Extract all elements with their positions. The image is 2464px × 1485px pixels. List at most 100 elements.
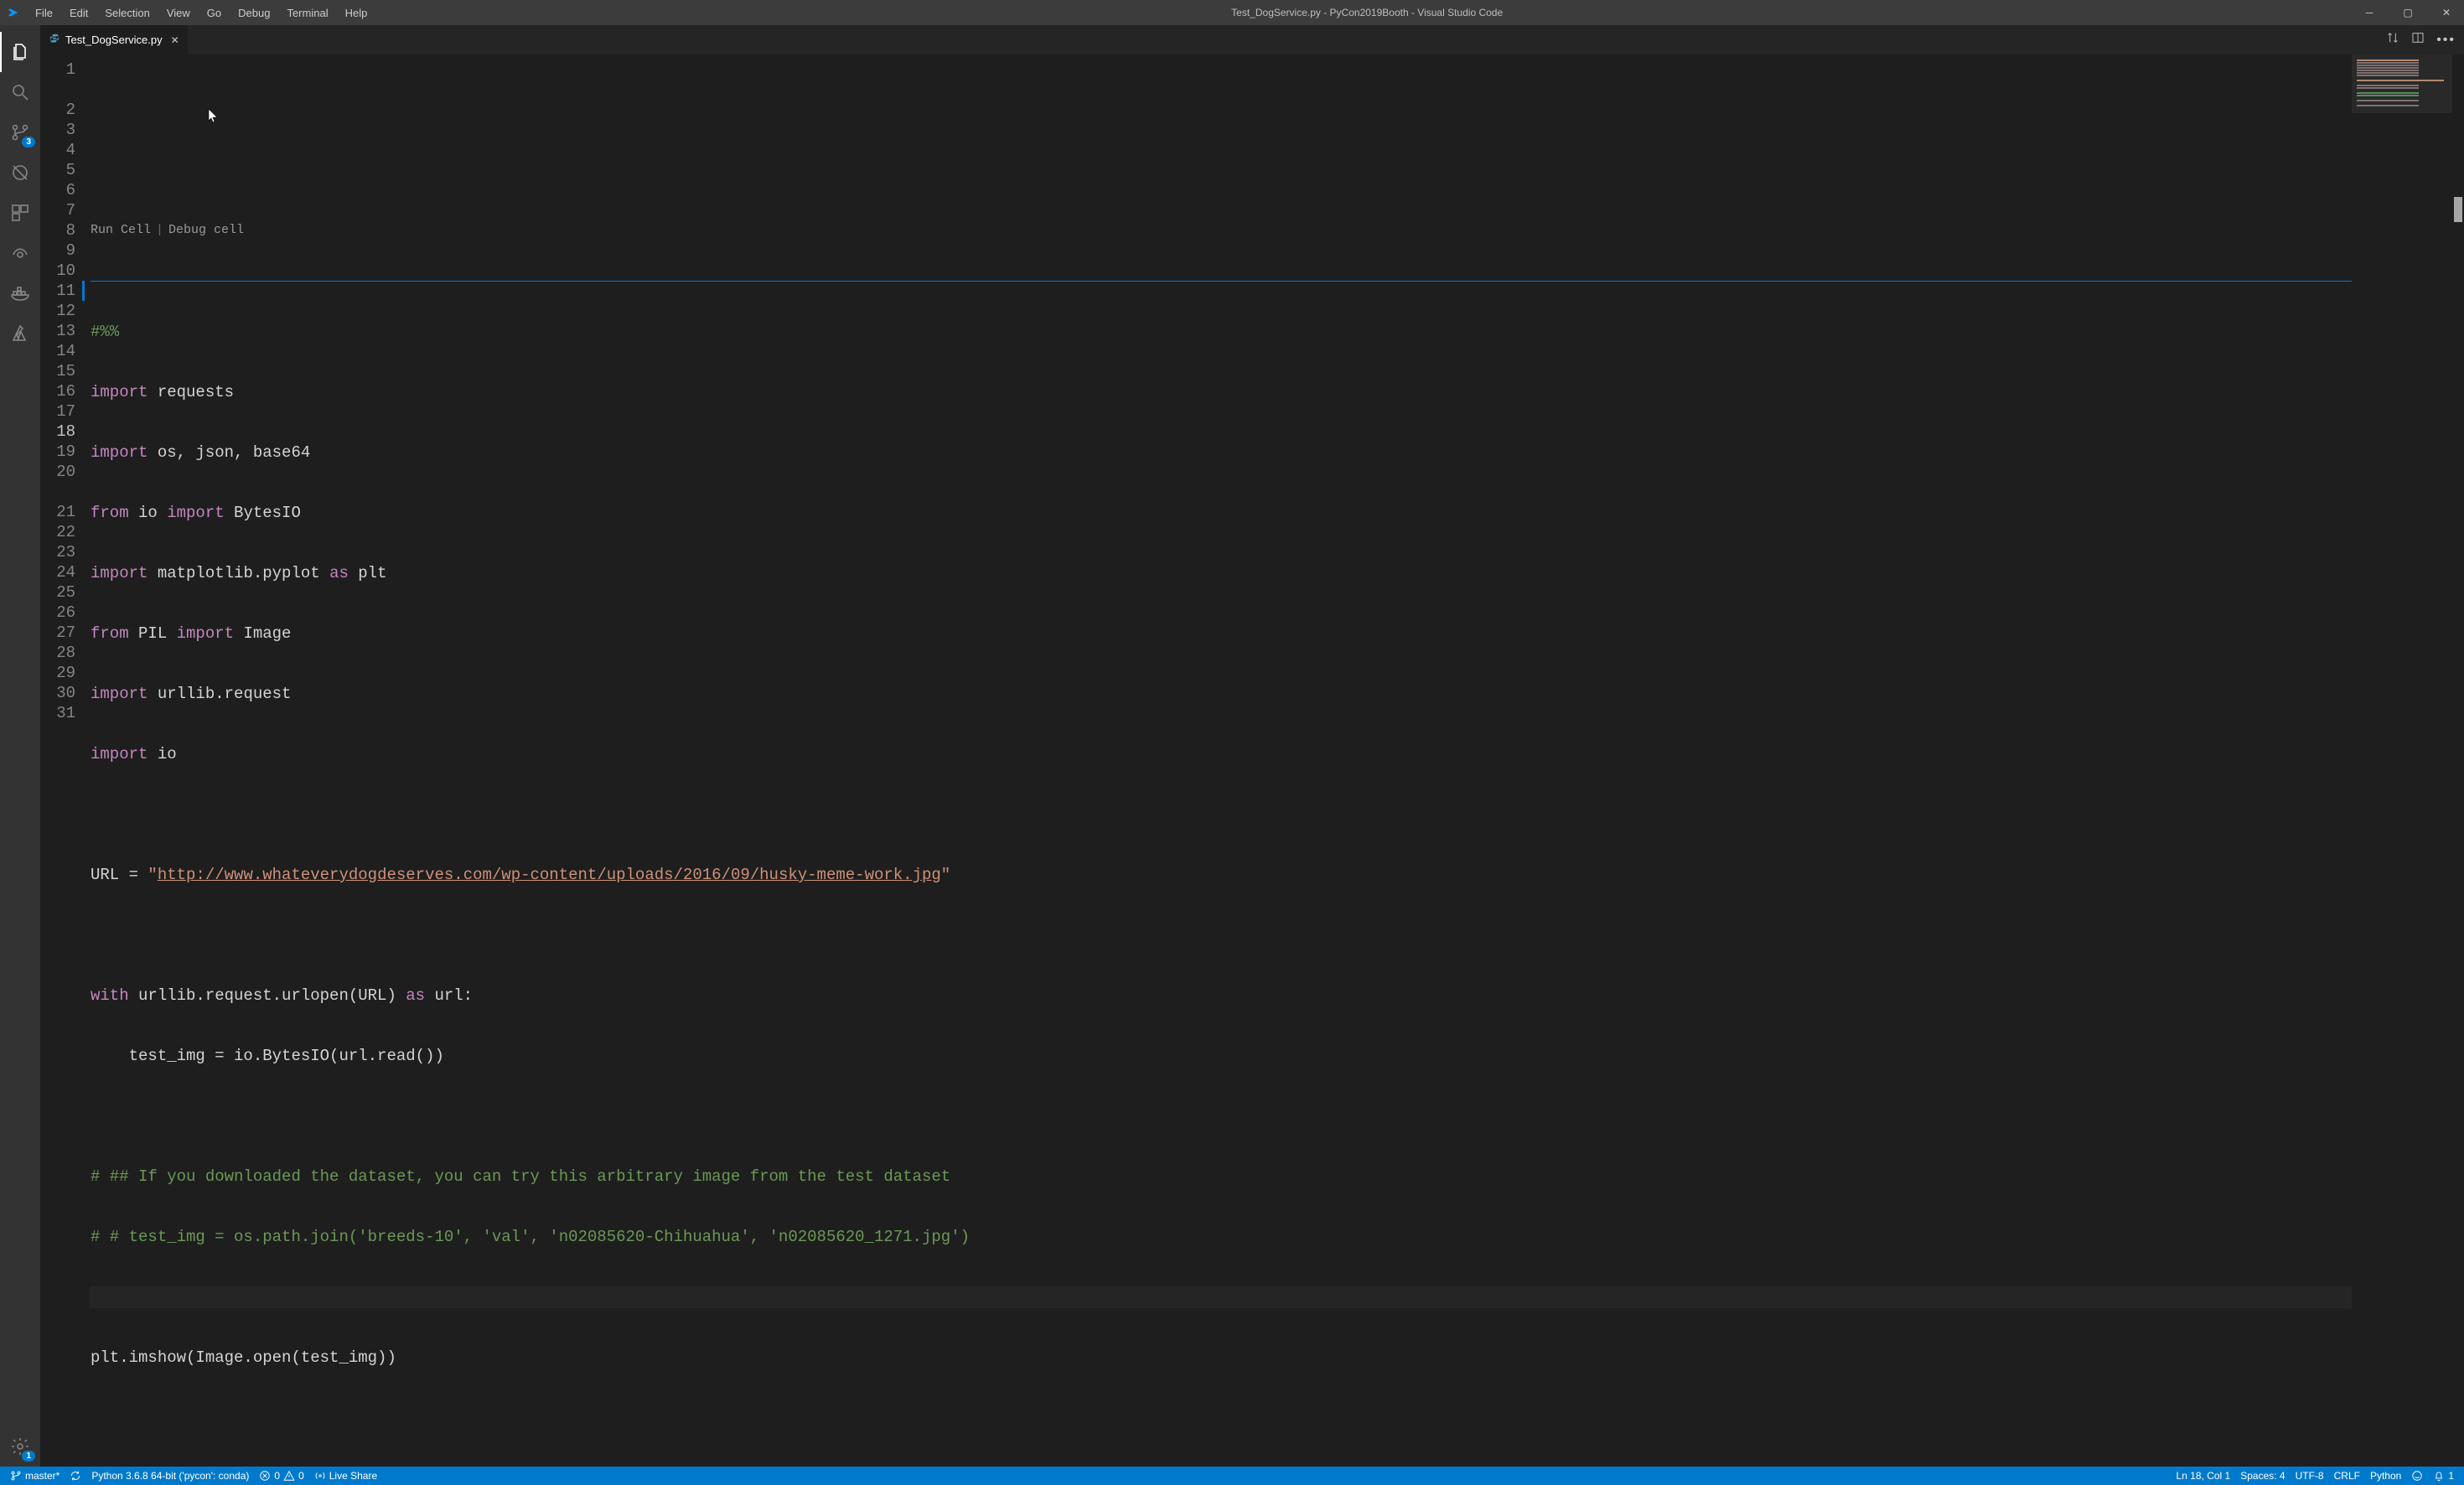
status-liveshare[interactable]: Live Share xyxy=(309,1470,382,1482)
code-text: from xyxy=(91,503,129,523)
line-number: 6 xyxy=(40,180,75,200)
status-indent[interactable]: Spaces: 4 xyxy=(2235,1470,2290,1482)
line-number: 13 xyxy=(40,321,75,341)
code-text: io xyxy=(148,744,176,764)
line-number: 10 xyxy=(40,261,75,281)
warning-icon xyxy=(283,1470,295,1482)
menu-help[interactable]: Help xyxy=(337,2,376,24)
cursor-line xyxy=(91,1287,2352,1307)
code-text: io xyxy=(129,503,168,523)
menu-go[interactable]: Go xyxy=(199,2,230,24)
status-eol[interactable]: CRLF xyxy=(2329,1470,2365,1482)
menu-file[interactable]: File xyxy=(27,2,61,24)
code-text: import xyxy=(91,563,148,583)
line-number: 25 xyxy=(40,582,75,603)
activity-extensions[interactable] xyxy=(0,193,40,233)
line-number: 30 xyxy=(40,683,75,703)
activity-search[interactable] xyxy=(0,72,40,112)
code-text: # ## If you downloaded the dataset, you … xyxy=(91,1167,950,1187)
minimap[interactable] xyxy=(2352,54,2452,1467)
line-number: 9 xyxy=(40,241,75,261)
broadcast-icon xyxy=(314,1470,326,1482)
code-text: import xyxy=(167,503,224,523)
codelens-run-cell[interactable]: Run Cell xyxy=(91,220,151,241)
window-minimize-icon[interactable]: ─ xyxy=(2358,7,2380,18)
compare-changes-icon[interactable] xyxy=(2386,31,2399,49)
status-cursor[interactable]: Ln 18, Col 1 xyxy=(2172,1470,2236,1482)
code-text: URL = xyxy=(91,865,148,885)
codelens-cell-1: Run Cell | Debug cell xyxy=(91,220,2352,241)
menu-terminal[interactable]: Terminal xyxy=(278,2,336,24)
line-number: 11 xyxy=(40,281,75,301)
code-text: url: xyxy=(425,986,473,1006)
tab-test-dogservice[interactable]: Test_DogService.py ✕ xyxy=(40,25,189,54)
status-encoding[interactable]: UTF-8 xyxy=(2291,1470,2329,1482)
line-number: 21 xyxy=(40,502,75,522)
line-number: 4 xyxy=(40,140,75,160)
status-python[interactable]: Python 3.6.8 64-bit ('pycon': conda) xyxy=(86,1470,254,1482)
line-number: 12 xyxy=(40,301,75,321)
line-number: 5 xyxy=(40,160,75,180)
sync-icon xyxy=(70,1470,81,1482)
line-number: 19 xyxy=(40,442,75,462)
status-warnings-count: 0 xyxy=(298,1470,304,1482)
status-language[interactable]: Python xyxy=(2365,1470,2406,1482)
titlebar: File Edit Selection View Go Debug Termin… xyxy=(0,0,2464,25)
status-branch[interactable]: master* xyxy=(5,1470,65,1482)
activity-docker[interactable] xyxy=(0,273,40,313)
editor[interactable]: 1 2 3 4 5 6 7 8 9 10 11 12 13 14 15 16 1… xyxy=(40,54,2464,1467)
error-icon xyxy=(259,1470,271,1482)
code-text: from xyxy=(91,623,129,644)
mouse-cursor-icon xyxy=(208,108,218,123)
vscode-logo-icon xyxy=(7,6,20,19)
menu-selection[interactable]: Selection xyxy=(96,2,158,24)
line-number: 28 xyxy=(40,643,75,663)
activity-debug[interactable] xyxy=(0,153,40,193)
status-feedback[interactable] xyxy=(2406,1470,2428,1482)
line-number: 22 xyxy=(40,522,75,542)
status-notifications[interactable]: 1 xyxy=(2428,1470,2459,1482)
code-text: PIL xyxy=(129,623,177,644)
codelens-debug-cell[interactable]: Debug cell xyxy=(168,220,244,241)
code-content[interactable]: Run Cell | Debug cell #%% import request… xyxy=(91,54,2352,1467)
line-number: 15 xyxy=(40,361,75,381)
menu-view[interactable]: View xyxy=(158,2,199,24)
activity-azure[interactable] xyxy=(0,313,40,354)
activity-liveshare[interactable] xyxy=(0,233,40,273)
bell-icon xyxy=(2433,1470,2445,1482)
window-close-icon[interactable]: ✕ xyxy=(2436,7,2457,18)
window-maximize-icon[interactable]: ▢ xyxy=(2397,7,2419,18)
activity-explorer[interactable] xyxy=(0,32,40,72)
activity-settings[interactable]: 1 xyxy=(0,1426,40,1467)
split-editor-icon[interactable] xyxy=(2411,31,2425,49)
status-sync[interactable] xyxy=(65,1470,86,1482)
code-text: import xyxy=(91,684,148,704)
line-number: 18 xyxy=(40,422,75,442)
statusbar: master* Python 3.6.8 64-bit ('pycon': co… xyxy=(0,1467,2464,1485)
code-text: os, json, base64 xyxy=(148,442,310,463)
line-number: 24 xyxy=(40,562,75,582)
line-number: 3 xyxy=(40,120,75,140)
tabbar: Test_DogService.py ✕ ••• xyxy=(40,25,2464,54)
menu-debug[interactable]: Debug xyxy=(230,2,278,24)
branch-icon xyxy=(10,1470,22,1482)
line-number: 7 xyxy=(40,200,75,220)
window-title: Test_DogService.py - PyCon2019Booth - Vi… xyxy=(375,7,2358,18)
scrollbar-thumb[interactable] xyxy=(2454,197,2462,222)
code-text: BytesIO xyxy=(225,503,301,523)
code-text: urllib.request xyxy=(148,684,291,704)
code-text: http://www.whateverydogdeserves.com/wp-c… xyxy=(158,865,941,885)
code-text: matplotlib.pyplot xyxy=(148,563,329,583)
docker-icon xyxy=(10,283,30,303)
more-actions-icon[interactable]: ••• xyxy=(2436,33,2456,48)
menubar: File Edit Selection View Go Debug Termin… xyxy=(27,2,375,24)
code-text: plt.imshow(Image.open(test_img)) xyxy=(91,1348,396,1368)
activity-scm[interactable]: 3 xyxy=(0,112,40,153)
files-icon xyxy=(10,42,30,62)
smiley-icon xyxy=(2411,1470,2423,1482)
tab-close-icon[interactable]: ✕ xyxy=(171,34,179,46)
overview-ruler[interactable] xyxy=(2452,54,2464,1467)
line-number: 1 xyxy=(40,60,75,80)
status-problems[interactable]: 0 0 xyxy=(254,1470,308,1482)
menu-edit[interactable]: Edit xyxy=(61,2,96,24)
